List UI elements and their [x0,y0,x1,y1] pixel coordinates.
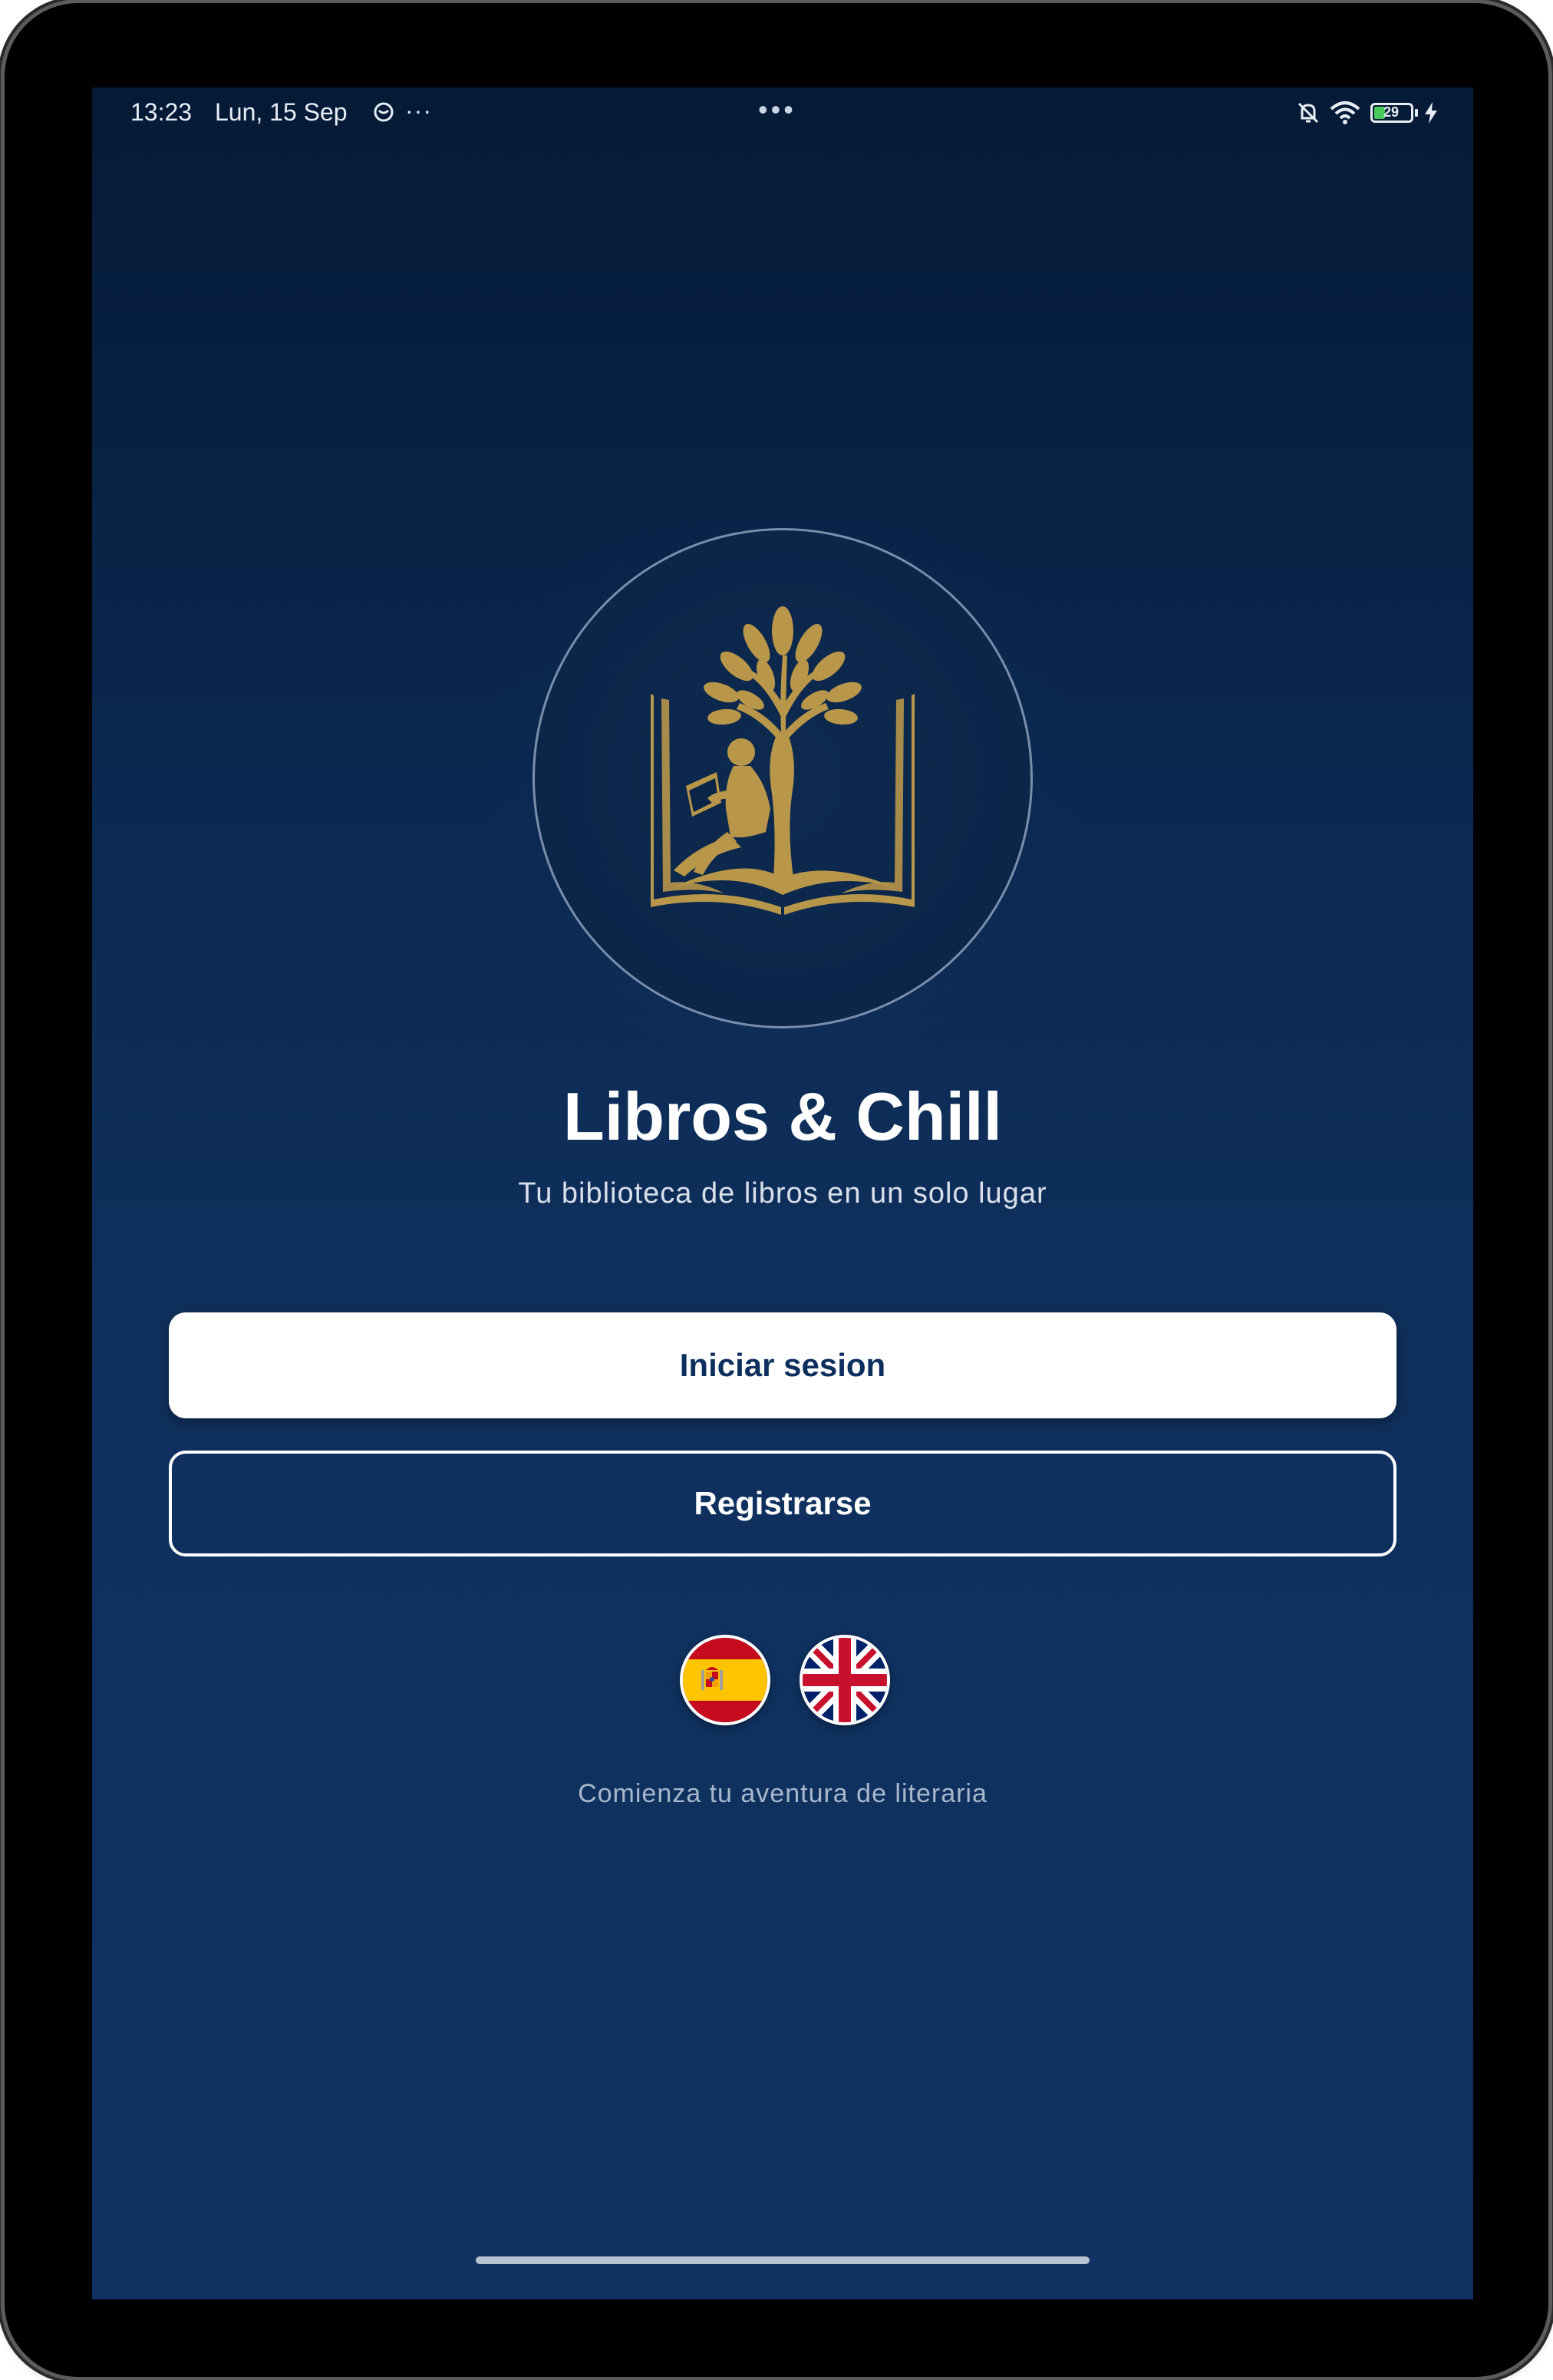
battery-icon: 29 [1370,103,1413,123]
notification-icon [374,102,394,122]
battery-cap [1415,109,1418,117]
reader-under-tree-book-icon [651,606,915,915]
wifi-icon [1330,101,1360,124]
status-bar: 13:23 Lun, 15 Sep ··· ••• 29 [92,87,1473,141]
app-subtitle: Tu biblioteca de libros en un solo lugar [518,1177,1047,1210]
mute-icon [1297,102,1319,124]
charging-icon [1425,102,1437,124]
screen: 13:23 Lun, 15 Sep ··· ••• 29 Libros & Ch… [92,87,1473,2299]
language-spanish-button[interactable] [680,1635,770,1725]
uk-flag-icon [803,1638,887,1722]
multitask-dots-icon[interactable]: ••• [758,94,796,126]
tagline: Comienza tu aventura de literaria [578,1779,988,1808]
spain-flag-icon [683,1638,767,1722]
register-button[interactable]: Registrarse [169,1451,1396,1556]
status-date: Lun, 15 Sep [215,98,348,126]
login-button[interactable]: Iniciar sesion [169,1312,1396,1418]
app-title: Libros & Chill [563,1078,1002,1154]
device-frame: 13:23 Lun, 15 Sep ··· ••• 29 Libros & Ch… [5,3,1548,2377]
language-english-button[interactable] [800,1635,890,1725]
battery-level: 29 [1383,104,1400,120]
status-time: 13:23 [130,98,193,126]
more-icon: ··· [405,97,432,124]
home-indicator[interactable] [476,2256,1090,2264]
